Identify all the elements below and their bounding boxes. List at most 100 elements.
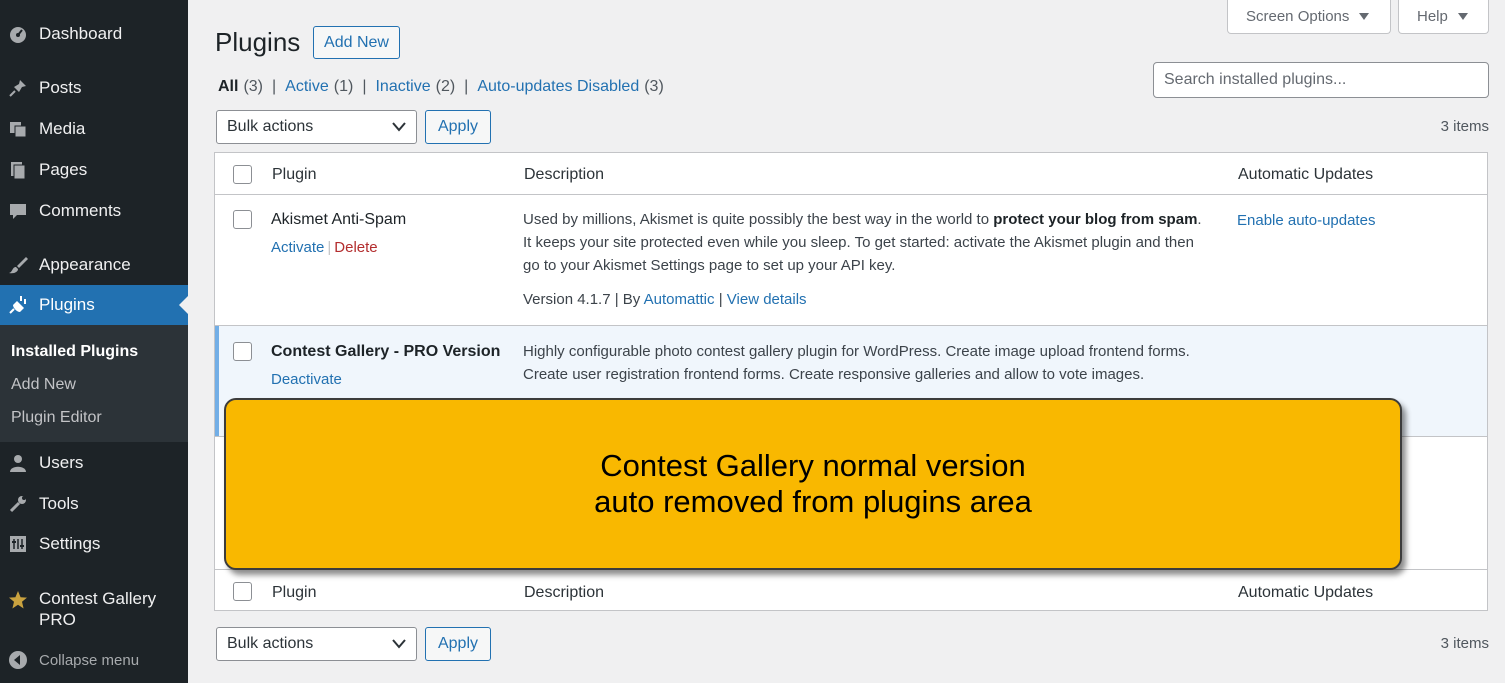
- screen-options-button[interactable]: Screen Options: [1227, 0, 1391, 34]
- filter-all[interactable]: All: [218, 78, 238, 96]
- sidebar-item-label: Contest Gallery PRO: [39, 589, 157, 629]
- filter-separator: |: [464, 78, 469, 95]
- plug-icon: [7, 294, 29, 316]
- sidebar-item-label: Pages: [39, 160, 88, 179]
- apply-button-top[interactable]: Apply: [425, 110, 491, 144]
- chevron-down-icon: [392, 639, 406, 649]
- help-label: Help: [1417, 8, 1448, 25]
- sidebar-item-label: Tools: [39, 494, 79, 513]
- meta-separator: |: [718, 291, 723, 308]
- column-header-automatic-updates: Automatic Updates: [1238, 166, 1374, 183]
- filter-inactive-count: (2): [435, 78, 456, 95]
- deactivate-link[interactable]: Deactivate: [271, 371, 342, 388]
- sidebar-item-contest-gallery[interactable]: Contest Gallery PRO: [0, 588, 188, 630]
- submenu-add-new[interactable]: Add New: [11, 376, 76, 394]
- dashboard-icon: [7, 23, 29, 45]
- submenu-plugin-editor[interactable]: Plugin Editor: [11, 409, 102, 427]
- collapse-menu-button[interactable]: Collapse menu: [0, 642, 188, 678]
- paintbrush-icon: [7, 254, 29, 276]
- column-header-description: Description: [524, 166, 605, 183]
- star-icon: [7, 589, 29, 611]
- annotation-callout: Contest Gallery normal version auto remo…: [224, 398, 1402, 570]
- filter-auto-updates-disabled-count: (3): [644, 78, 664, 95]
- sidebar-item-label: Users: [39, 453, 84, 472]
- column-header-plugin[interactable]: Plugin: [272, 166, 316, 184]
- collapse-menu-label: Collapse menu: [39, 651, 140, 669]
- description-bold-text: protect your blog from spam: [993, 211, 1198, 228]
- page-title: Plugins: [215, 27, 301, 57]
- filter-separator: |: [272, 78, 277, 95]
- comment-icon: [7, 200, 29, 222]
- plugins-submenu: Installed Plugins Add New Plugin Editor: [0, 325, 188, 442]
- sidebar-item-posts[interactable]: Posts: [0, 70, 188, 106]
- search-plugins-input[interactable]: [1153, 62, 1489, 98]
- column-footer-automatic-updates: Automatic Updates: [1238, 584, 1374, 601]
- plugin-description: Highly configurable photo contest galler…: [523, 343, 1190, 383]
- bulk-actions-label: Bulk actions: [227, 118, 314, 135]
- sidebar-item-dashboard[interactable]: Dashboard: [0, 16, 188, 52]
- sidebar-item-label: Comments: [39, 201, 122, 220]
- plugin-description: Used by millions, Akismet is quite possi…: [523, 208, 1203, 277]
- sidebar-item-plugins[interactable]: Plugins: [0, 285, 188, 325]
- plugin-status-filters: All (3) | Active (1) | Inactive (2) | Au…: [218, 78, 664, 96]
- row-actions: Deactivate: [271, 371, 342, 388]
- plugin-name: Contest Gallery - PRO Version: [271, 343, 501, 360]
- select-all-checkbox-footer[interactable]: [233, 582, 252, 601]
- filter-all-count: (3): [243, 78, 264, 95]
- column-footer-plugin[interactable]: Plugin: [272, 584, 316, 602]
- items-count-bottom: 3 items: [1440, 635, 1489, 652]
- plugin-by: | By: [614, 291, 641, 308]
- callout-line-2: auto removed from plugins area: [594, 484, 1032, 519]
- filter-auto-updates-disabled[interactable]: Auto-updates Disabled: [477, 78, 639, 96]
- pages-icon: [7, 159, 29, 181]
- filter-active-count: (1): [333, 78, 354, 95]
- author-link[interactable]: Automattic: [644, 291, 715, 308]
- sidebar-item-comments[interactable]: Comments: [0, 193, 188, 229]
- callout-line-1: Contest Gallery normal version: [600, 448, 1026, 483]
- caret-down-icon: [1457, 13, 1468, 20]
- chevron-down-icon: [392, 122, 406, 132]
- caret-down-icon: [1359, 13, 1370, 20]
- settings-icon: [7, 533, 29, 555]
- row-checkbox[interactable]: [233, 342, 252, 361]
- pushpin-icon: [7, 77, 29, 99]
- bulk-actions-select-bottom[interactable]: Bulk actions: [216, 627, 417, 661]
- user-icon: [7, 452, 29, 474]
- divider: [215, 325, 1487, 326]
- collapse-arrow-icon: [7, 649, 29, 671]
- media-icon: [7, 118, 29, 140]
- help-button[interactable]: Help: [1398, 0, 1489, 34]
- plugin-version: Version 4.1.7: [523, 291, 611, 308]
- sidebar-item-label: Posts: [39, 78, 82, 97]
- plugin-meta: Version 4.1.7 | By Automattic | View det…: [523, 291, 807, 308]
- row-checkbox[interactable]: [233, 210, 252, 229]
- sidebar-item-pages[interactable]: Pages: [0, 152, 188, 188]
- enable-auto-updates-link[interactable]: Enable auto-updates: [1237, 212, 1375, 229]
- wrench-icon: [7, 493, 29, 515]
- admin-sidebar: Dashboard Posts Media Pages Comments App…: [0, 0, 188, 683]
- divider: [215, 194, 1487, 195]
- apply-button-bottom[interactable]: Apply: [425, 627, 491, 661]
- sidebar-item-settings[interactable]: Settings: [0, 526, 188, 562]
- column-footer-description: Description: [524, 584, 605, 601]
- sidebar-item-appearance[interactable]: Appearance: [0, 247, 188, 283]
- add-new-plugin-button[interactable]: Add New: [313, 26, 400, 59]
- bulk-actions-select-top[interactable]: Bulk actions: [216, 110, 417, 144]
- view-details-link[interactable]: View details: [727, 291, 807, 308]
- select-all-checkbox[interactable]: [233, 165, 252, 184]
- sidebar-item-label: Dashboard: [39, 24, 123, 43]
- delete-link[interactable]: Delete: [334, 239, 377, 256]
- action-separator: |: [327, 239, 332, 256]
- plugin-name: Akismet Anti-Spam: [271, 211, 407, 228]
- filter-separator: |: [362, 78, 367, 95]
- sidebar-item-tools[interactable]: Tools: [0, 486, 188, 522]
- sidebar-item-label: Settings: [39, 534, 101, 553]
- filter-inactive[interactable]: Inactive: [375, 78, 430, 96]
- filter-active[interactable]: Active: [285, 78, 329, 96]
- screen-options-label: Screen Options: [1246, 8, 1350, 25]
- sidebar-item-media[interactable]: Media: [0, 111, 188, 147]
- submenu-installed-plugins[interactable]: Installed Plugins: [11, 343, 138, 361]
- sidebar-item-users[interactable]: Users: [0, 445, 188, 481]
- activate-link[interactable]: Activate: [271, 239, 324, 256]
- sidebar-item-label: Appearance: [39, 255, 131, 274]
